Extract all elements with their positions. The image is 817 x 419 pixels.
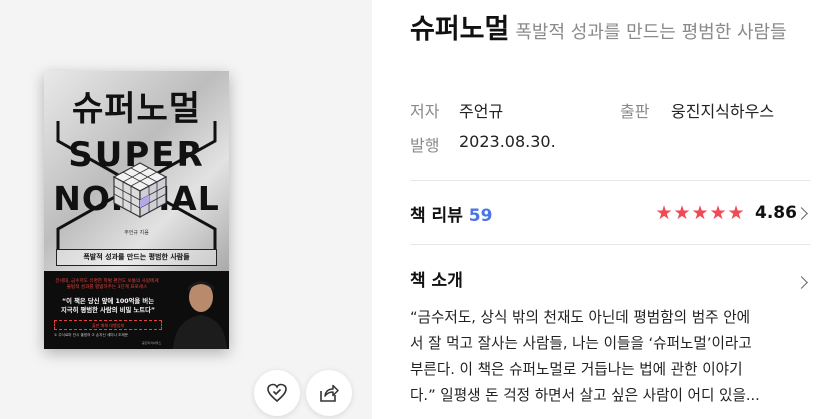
intro-section-header[interactable]: 책 소개 — [410, 266, 463, 291]
chevron-right-icon[interactable] — [795, 207, 808, 220]
cover-panel: 슈퍼노멀 SUPER NORMAL 주언규 지음 폭발적 성과를 만드는 평 — [0, 0, 372, 419]
review-count: 59 — [468, 206, 493, 226]
heart-check-icon — [267, 383, 287, 403]
rubiks-cube-illustration — [112, 162, 168, 219]
intro-line: 서 잘 먹고 잘사는 사람들, 나는 이들을 ‘슈퍼노멀’이라고 — [410, 335, 752, 352]
star-icon: ★ — [709, 202, 727, 224]
cover-quote: “이 책은 당신 앞에 100억을 버는 지극히 평범한 사람의 비밀 노트다” — [60, 298, 155, 314]
book-cover-image[interactable]: 슈퍼노멀 SUPER NORMAL 주언규 지음 폭발적 성과를 만드는 평 — [44, 71, 229, 349]
cover-dashed-box: 출판 매체 대행업체 — [54, 320, 162, 330]
intro-line: 다.” 일평생 돈 걱정 하면서 살고 싶은 사람이 어디 있을... — [410, 387, 760, 404]
cover-bottom-band: 전세대, 금수저도 유명한 학벌 편전도 보통의 사람에게 불법적 성과를 평범… — [44, 271, 229, 349]
star-icon: ★ — [727, 202, 745, 224]
cover-red-copy: 전세대, 금수저도 유명한 학벌 편전도 보통의 사람에게 불법적 성과를 평범… — [55, 279, 159, 290]
book-subtitle: 폭발적 성과를 만드는 평범한 사람들 — [515, 22, 787, 43]
divider-top — [410, 180, 810, 181]
intro-line: “금수저도, 상식 밖의 천재도 아닌데 평범함의 범주 안에 — [410, 309, 751, 326]
intro-text[interactable]: “금수저도, 상식 밖의 천재도 아닌데 평범함의 범주 안에 서 잘 먹고 잘… — [410, 305, 808, 409]
rating-stars: ★ ★ ★ ★ ★ — [655, 202, 745, 224]
book-title: 슈퍼노멀 — [410, 14, 510, 45]
publisher-label: 출판 — [620, 102, 650, 121]
divider-mid — [410, 244, 810, 245]
author-label: 저자 — [410, 102, 440, 121]
book-title-block: 슈퍼노멀 폭발적 성과를 만드는 평범한 사람들 — [410, 12, 810, 50]
star-icon: ★ — [673, 202, 691, 224]
review-label: 책 리뷰 — [410, 206, 463, 226]
date-label: 발행 — [410, 136, 440, 155]
author-value[interactable]: 주언규 — [459, 98, 503, 122]
cover-tagline: 폭발적 성과를 만드는 평범한 사람들 — [56, 249, 217, 266]
date-value: 2023.08.30. — [459, 132, 556, 151]
cover-publisher-mark: 웅진지식하우스 — [142, 341, 162, 345]
book-info-panel: 슈퍼노멀 폭발적 성과를 만드는 평범한 사람들 저자 주언규 출판 웅진지식하우… — [372, 0, 817, 419]
share-icon — [320, 384, 339, 402]
share-button[interactable] — [306, 370, 352, 416]
chevron-right-icon[interactable] — [795, 276, 808, 289]
cover-ref-text: ① 주식로마 안시 출범의 ② 손자신 세미나 조제문 — [54, 333, 128, 337]
star-icon: ★ — [655, 202, 673, 224]
star-icon: ★ — [691, 202, 709, 224]
wishlist-button[interactable] — [254, 370, 300, 416]
rating-value: 4.86 — [755, 203, 797, 223]
review-section-header[interactable]: 책 리뷰 59 — [410, 201, 492, 226]
cover-author: 주언규 지음 — [124, 230, 149, 236]
intro-line: 부른다. 이 책은 슈퍼노멀로 거듭나는 법에 관한 이야기 — [410, 361, 743, 378]
author-photo — [173, 281, 227, 349]
publisher-value[interactable]: 웅진지식하우스 — [671, 98, 774, 122]
